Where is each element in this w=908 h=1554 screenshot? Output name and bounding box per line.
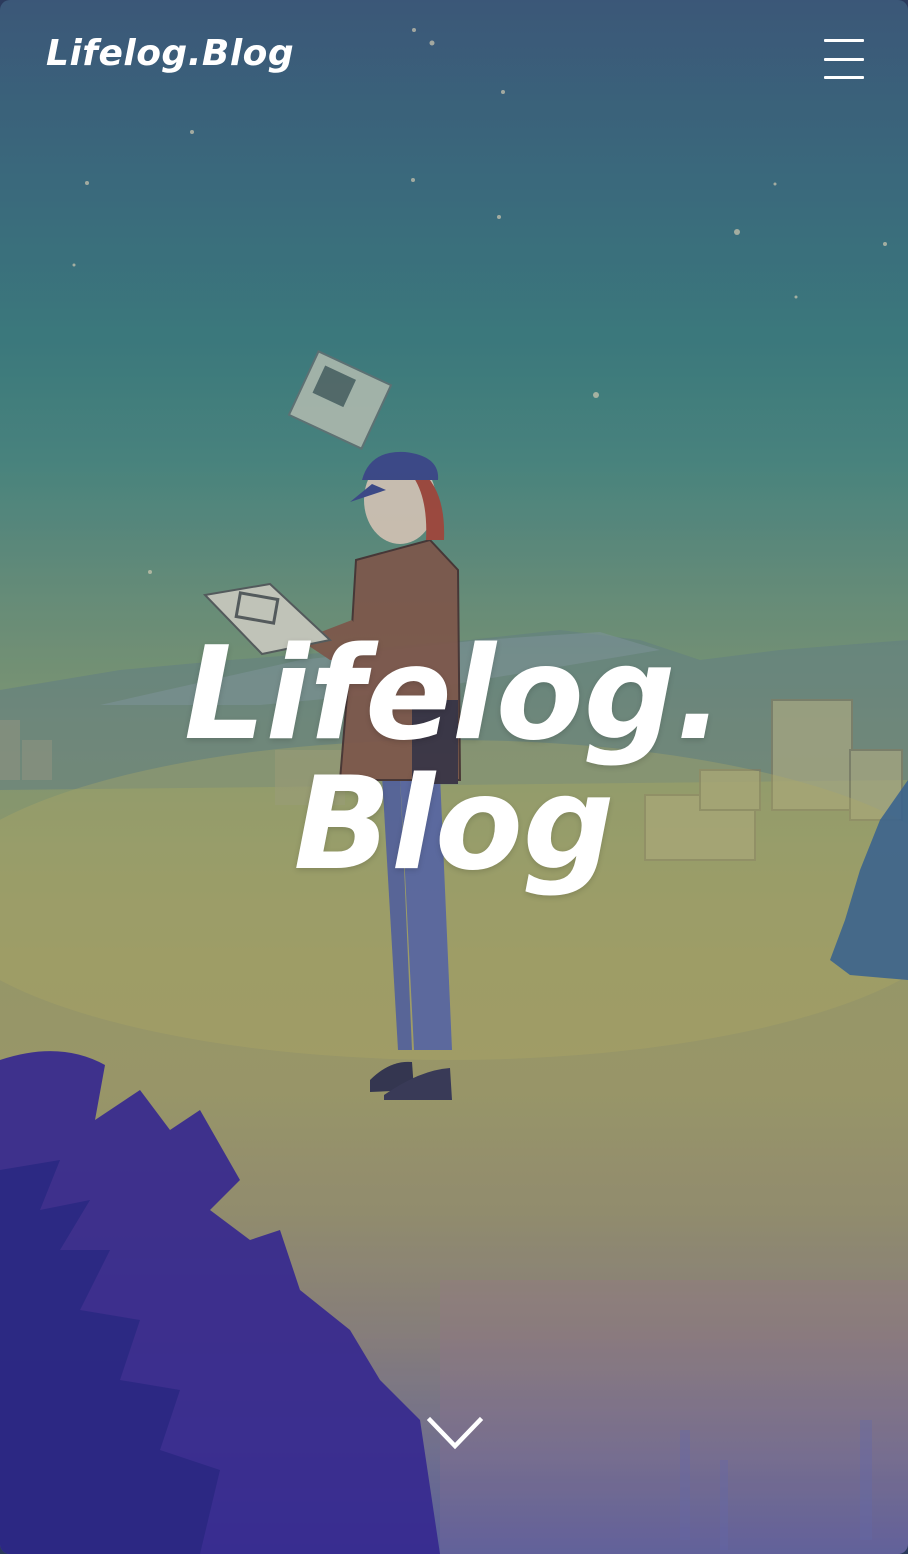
- scroll-down-button[interactable]: [424, 1412, 486, 1456]
- menu-bar-top: [824, 39, 864, 42]
- hero-title-line1: Lifelog.: [184, 620, 724, 769]
- hero-title-line2: Blog: [293, 750, 615, 899]
- hamburger-menu-icon[interactable]: [818, 36, 870, 84]
- menu-bar-middle: [824, 58, 864, 61]
- hero-title: Lifelog. Blog: [0, 630, 908, 890]
- site-header: Lifelog.Blog: [0, 0, 908, 120]
- menu-bar-bottom: [824, 76, 864, 79]
- site-logo[interactable]: Lifelog.Blog: [46, 28, 294, 80]
- chevron-down-icon: [426, 1416, 484, 1450]
- hero-section: Lifelog.Blog Lifelog. Blog: [0, 0, 908, 1554]
